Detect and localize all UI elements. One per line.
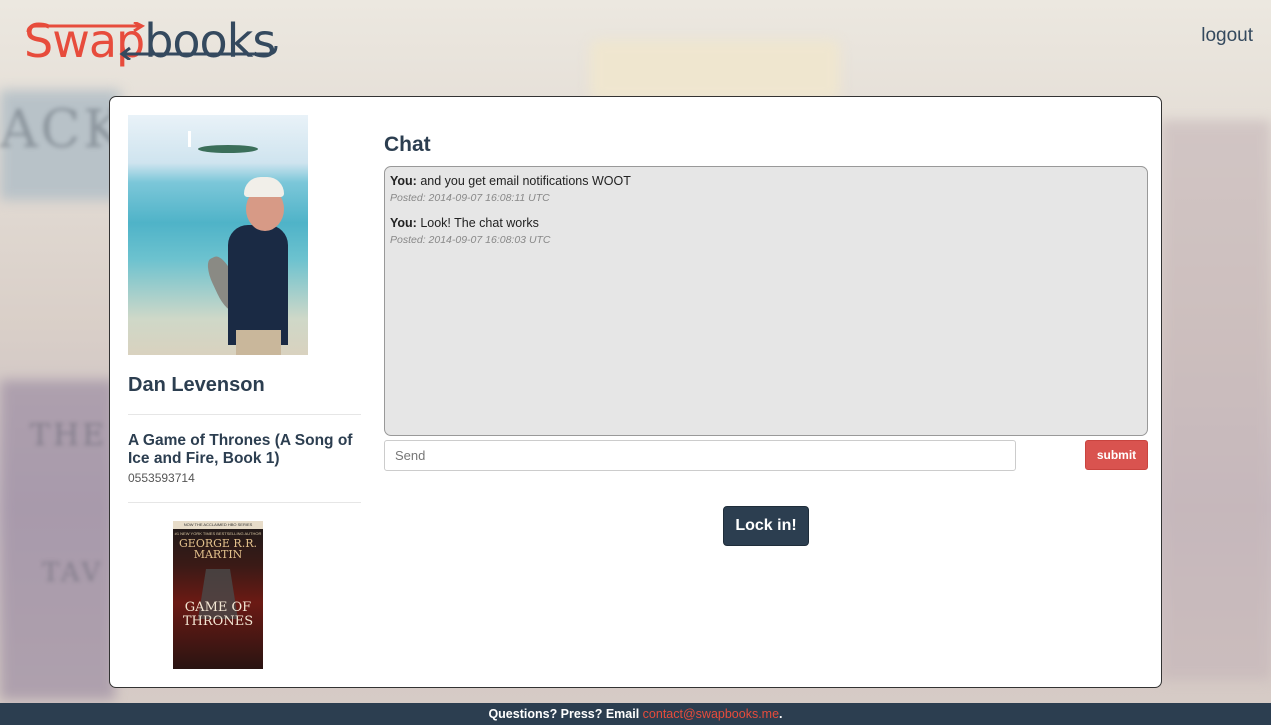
footer: Questions? Press? Email contact@swapbook… bbox=[0, 703, 1271, 725]
swap-card: Dan Levenson A Game of Thrones (A Song o… bbox=[109, 96, 1162, 688]
chat-message: You: and you get email notifications WOO… bbox=[390, 174, 1142, 204]
cover-tagline: #1 NEW YORK TIMES BESTSELLING AUTHOR bbox=[174, 531, 262, 536]
logo-arrow-top-icon bbox=[26, 22, 146, 33]
message-sender: You: bbox=[390, 216, 417, 230]
chat-message: You: Look! The chat works Posted: 2014-0… bbox=[390, 216, 1142, 246]
background-spine-text: ACK bbox=[0, 100, 126, 160]
cover-band: NOW THE ACCLAIMED HBO SERIES bbox=[173, 521, 263, 529]
lock-in-button[interactable]: Lock in! bbox=[723, 506, 809, 546]
cover-title: GAME OF THRONES bbox=[182, 600, 254, 629]
message-text: Look! The chat works bbox=[420, 216, 539, 230]
background-book bbox=[590, 40, 840, 100]
message-timestamp: Posted: 2014-09-07 16:08:03 UTC bbox=[390, 234, 551, 246]
user-name: Dan Levenson bbox=[128, 374, 265, 396]
book-cover: NOW THE ACCLAIMED HBO SERIES #1 NEW YORK… bbox=[173, 521, 263, 669]
cover-author: GEORGE R.R. MARTIN bbox=[179, 537, 257, 561]
submit-button[interactable]: submit bbox=[1085, 440, 1148, 470]
footer-text: Questions? Press? Email bbox=[488, 707, 643, 721]
divider bbox=[128, 502, 361, 503]
message-timestamp: Posted: 2014-09-07 16:08:11 UTC bbox=[390, 192, 550, 204]
book-isbn: 0553593714 bbox=[128, 471, 195, 485]
contact-email-link[interactable]: contact@swapbooks.me bbox=[643, 707, 779, 721]
background-spine-text: THE bbox=[30, 418, 108, 453]
background-spine-text: TAV bbox=[42, 558, 104, 588]
message-sender: You: bbox=[390, 174, 417, 188]
logout-link[interactable]: logout bbox=[1201, 25, 1253, 47]
chat-messages[interactable]: You: and you get email notifications WOO… bbox=[384, 166, 1148, 436]
logo-swap-arrow-icon bbox=[119, 45, 278, 60]
book-title: A Game of Thrones (A Song of Ice and Fir… bbox=[128, 432, 353, 467]
chat-heading: Chat bbox=[384, 133, 431, 156]
footer-period: . bbox=[779, 707, 783, 721]
chat-send-input[interactable] bbox=[384, 440, 1016, 471]
divider bbox=[128, 414, 361, 415]
background-book bbox=[1160, 120, 1271, 680]
message-text: and you get email notifications WOOT bbox=[420, 174, 631, 188]
profile-photo bbox=[128, 115, 308, 355]
